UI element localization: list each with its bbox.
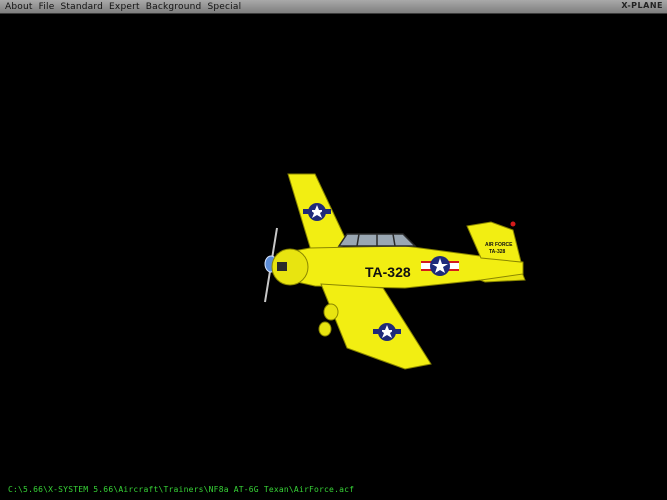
fuselage-code: TA-328 <box>365 264 411 280</box>
menu-about[interactable]: About <box>0 1 36 13</box>
menu-bar: About File Standard Expert Background Sp… <box>0 0 667 14</box>
lower-wing <box>320 283 432 370</box>
menu-expert[interactable]: Expert <box>106 1 143 13</box>
menu-file[interactable]: File <box>36 1 58 13</box>
menu-standard[interactable]: Standard <box>57 1 106 13</box>
aircraft-model: TA-328 AIR FORCE TA-328 <box>264 173 526 370</box>
aircraft-viewport[interactable]: TA-328 AIR FORCE TA-328 <box>0 14 667 486</box>
fin-text-bottom: TA-328 <box>489 249 506 255</box>
landing-gear-right <box>318 321 332 337</box>
app-title: X-PLANE <box>621 1 663 10</box>
landing-gear-left <box>323 303 339 321</box>
status-line: C:\5.66\X-SYSTEM 5.66\Aircraft\Trainers\… <box>8 485 355 494</box>
nav-light <box>510 221 516 227</box>
menu-background[interactable]: Background <box>143 1 205 13</box>
fin-text-top: AIR FORCE <box>485 242 513 248</box>
menu-special[interactable]: Special <box>204 1 244 13</box>
exhaust <box>277 262 287 271</box>
